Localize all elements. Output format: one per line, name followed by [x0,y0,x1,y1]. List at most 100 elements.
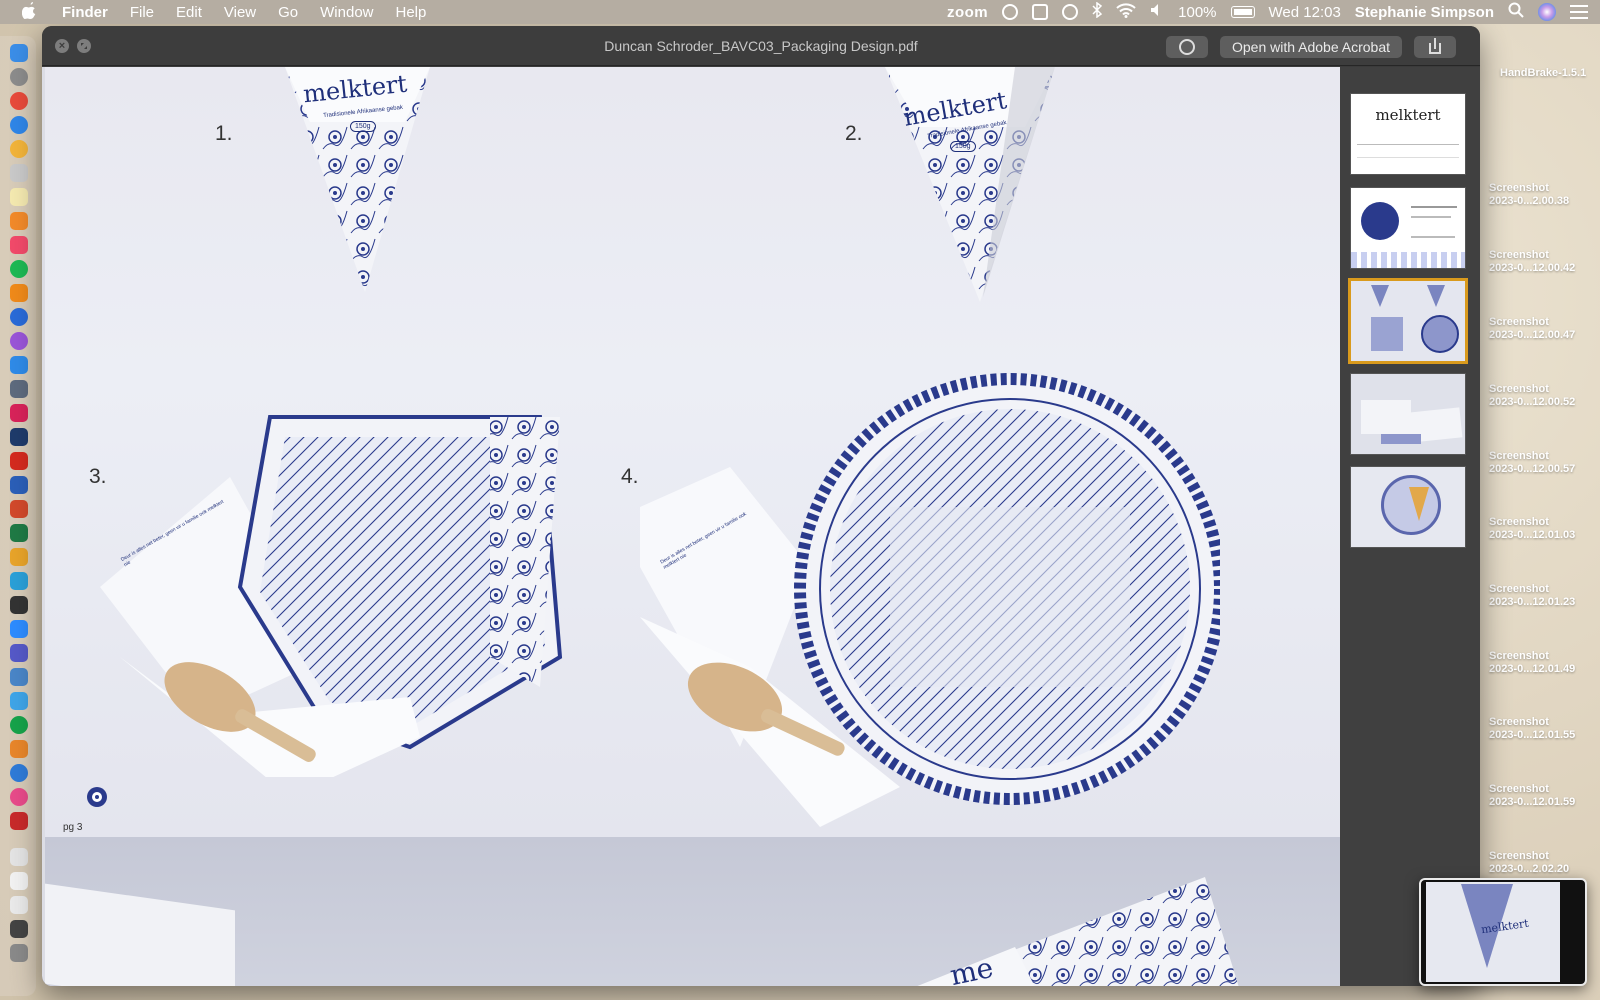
box-photo [45,883,235,986]
bluetooth-dock-icon[interactable] [10,668,28,686]
safari-dock-icon[interactable] [10,116,28,134]
quick-look-window: × Duncan Schroder_BAVC03_Packaging Desig… [42,26,1480,986]
battery-percent[interactable]: 100% [1178,4,1216,21]
screen-dock-icon[interactable] [10,920,28,938]
podcasts-dock-icon[interactable] [10,332,28,350]
menu-help[interactable]: Help [396,4,427,21]
window-titlebar[interactable]: × Duncan Schroder_BAVC03_Packaging Desig… [42,26,1480,66]
document-2-dock-icon[interactable] [10,872,28,890]
preview-dock-icon[interactable] [10,164,28,182]
menu-bar: Finder File Edit View Go Window Help zoo… [0,0,1600,24]
photos-dock-icon[interactable] [10,140,28,158]
desktop-screenshot-file[interactable]: Screenshot 2023-0...2.00.38 [1489,182,1599,208]
cone-package-side [917,877,1239,986]
share-button[interactable] [1414,36,1456,58]
screenshot-dock-icon[interactable] [10,380,28,398]
markup-icon [1179,39,1195,55]
system-preferences-dock-icon[interactable] [10,68,28,86]
grammarly-dock-icon[interactable] [10,716,28,734]
game-dock-icon[interactable] [10,740,28,758]
apple-menu-icon[interactable] [21,1,44,23]
thumbnail-page-2[interactable] [1350,187,1466,269]
wifi-icon[interactable] [1116,2,1136,22]
page-number-label: pg 3 [63,822,83,833]
spotify-dock-icon[interactable] [10,260,28,278]
creative-cloud-icon[interactable] [1062,4,1079,20]
finder-dock-icon[interactable] [10,44,28,62]
thumbnail-page-4[interactable] [1350,373,1466,455]
clock[interactable]: Wed 12:03 [1269,4,1341,21]
markup-button[interactable] [1166,36,1208,58]
teams-dock-icon[interactable] [10,644,28,662]
status-area: zoom 100% Wed 12:03 Stephanie Simpson [933,0,1588,24]
grammarly-icon[interactable] [1002,4,1019,20]
creative-cloud-dock-icon[interactable] [10,788,28,806]
photoshop-dock-icon[interactable] [10,428,28,446]
document-dock-icon[interactable] [10,848,28,866]
desktop-screenshot-file[interactable]: Screenshot 2023-0...12.00.52 [1489,383,1599,409]
siri-icon[interactable] [1538,3,1556,21]
menu-view[interactable]: View [224,4,256,21]
brand-logo-icon [87,787,107,807]
plate-package-4 [640,373,1220,827]
keynote-dock-icon[interactable] [10,572,28,590]
desktop-handbrake-file[interactable]: HandBrake-1.5.1 [1500,67,1586,79]
quicktime-dock-icon[interactable] [10,308,28,326]
menu-edit[interactable]: Edit [176,4,202,21]
battery-icon[interactable] [1230,6,1255,18]
pdf-page: 1. 2. 3. 4. melktert Tradisionele Afrika… [45,67,1340,837]
word-w-dock-icon[interactable] [10,764,28,782]
desktop-screenshot-file[interactable]: Screenshot 2023-0...12.01.03 [1489,516,1599,542]
app-store-dock-icon[interactable] [10,356,28,374]
weight-badge: 150g [350,121,376,132]
desktop-screenshot-file[interactable]: Screenshot 2023-0...12.01.49 [1489,650,1599,676]
desktop-screenshot-file[interactable]: Screenshot 2023-0...2.02.20 [1489,850,1599,876]
desktop-screenshot-file[interactable]: Screenshot 2023-0...12.01.23 [1489,583,1599,609]
acrobat-dock-icon[interactable] [10,452,28,470]
thumbnail-page-5[interactable] [1350,466,1466,548]
open-with-acrobat-button[interactable]: Open with Adobe Acrobat [1220,36,1402,58]
books-dock-icon[interactable] [10,212,28,230]
dock [0,36,36,996]
chrome-dock-icon[interactable] [10,92,28,110]
menu-file[interactable]: File [130,4,154,21]
excel-dock-icon[interactable] [10,524,28,542]
screenshot-preview-thumbnail[interactable]: melktert [1419,878,1587,986]
bluetooth-icon[interactable] [1092,1,1103,22]
drive-icon[interactable] [1032,4,1049,20]
trash-dock-icon[interactable] [10,944,28,962]
open-box-package-3 [100,415,563,777]
thumbnail-page-1[interactable]: melktert [1350,93,1466,175]
powerpoint-dock-icon[interactable] [10,500,28,518]
calendar-dock-icon[interactable] [10,812,28,830]
notes-dock-icon[interactable] [10,188,28,206]
pdf-page-next: me [45,837,1340,986]
thumbnail-page-3[interactable] [1348,278,1468,364]
document-view[interactable]: 1. 2. 3. 4. melktert Tradisionele Afrika… [42,67,1340,986]
menu-window[interactable]: Window [320,4,373,21]
desktop-screenshot-file[interactable]: Screenshot 2023-0...12.01.59 [1489,783,1599,809]
document-3-dock-icon[interactable] [10,896,28,914]
desktop-screenshot-file[interactable]: Screenshot 2023-0...12.00.42 [1489,249,1599,275]
user-name[interactable]: Stephanie Simpson [1355,4,1494,21]
menu-go[interactable]: Go [278,4,298,21]
numbers-dock-icon[interactable] [10,548,28,566]
spotlight-search-icon[interactable] [1508,2,1524,22]
desktop-screenshot-file[interactable]: Screenshot 2023-0...12.01.55 [1489,716,1599,742]
word-dock-icon[interactable] [10,476,28,494]
thumbnail-title: melktert [1375,106,1441,124]
weight-badge: 150g [950,141,976,152]
terminal-dock-icon[interactable] [10,596,28,614]
desktop-screenshot-file[interactable]: Screenshot 2023-0...12.00.57 [1489,450,1599,476]
volume-icon[interactable] [1150,3,1164,21]
desktop-screenshot-file[interactable]: Screenshot 2023-0...12.00.47 [1489,316,1599,342]
music-dock-icon[interactable] [10,236,28,254]
wifi-dock-icon[interactable] [10,692,28,710]
item-number-2: 2. [845,122,863,145]
zoom-dock-icon[interactable] [10,620,28,638]
indesign-dock-icon[interactable] [10,404,28,422]
zoom-status-item[interactable]: zoom [947,4,988,21]
vlc-dock-icon[interactable] [10,284,28,302]
menu-app-finder[interactable]: Finder [62,4,108,21]
control-center-icon[interactable] [1570,5,1588,19]
